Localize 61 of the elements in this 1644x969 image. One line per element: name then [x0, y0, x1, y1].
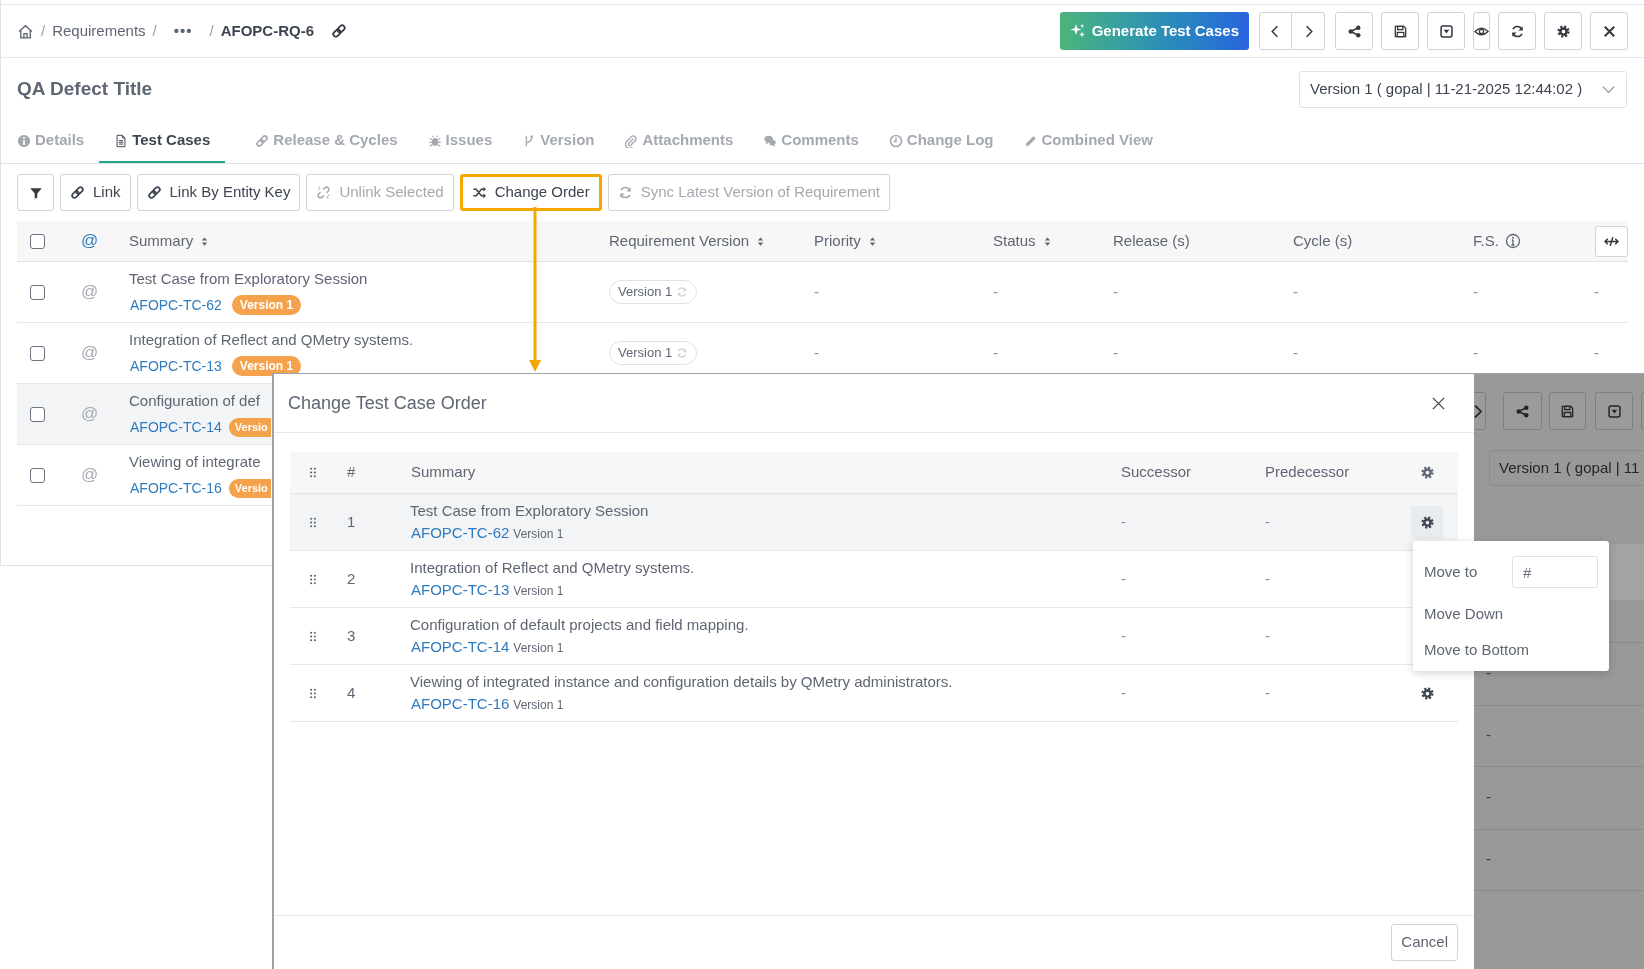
version-label: Version 1: [513, 526, 564, 543]
table-cell-text: -: [1486, 725, 1491, 745]
table-cell: -: [993, 282, 998, 300]
test-case-summary: Test Case from Exploratory Session: [129, 269, 368, 290]
table-cell: -: [1265, 512, 1270, 530]
row-number: 2: [347, 569, 356, 587]
version-badge: Versio: [228, 479, 271, 498]
table-cell: -: [1594, 343, 1599, 361]
column-header: Release (s): [1113, 230, 1190, 251]
test-case-summary: Integration of Reflect and QMetry systems.: [410, 557, 695, 578]
breadcrumb-separator: /: [209, 20, 214, 41]
row-number: 3: [347, 626, 356, 644]
column-header: Summary: [411, 463, 476, 481]
column-header: Predecessor: [1265, 463, 1350, 481]
column-header: F.S.: [1473, 230, 1499, 251]
row-number: 4: [347, 683, 356, 701]
test-case-summary: Configuration of def: [129, 391, 260, 412]
table-cell: -: [1113, 282, 1118, 300]
table-cell: -: [1265, 569, 1270, 587]
column-header: Successor: [1121, 463, 1192, 481]
table-cell: -: [1121, 569, 1126, 587]
table-cell: -: [1265, 626, 1270, 644]
table-cell: -: [1473, 343, 1478, 361]
version-badge: Versio: [228, 418, 271, 437]
page-title: QA Defect Title: [17, 76, 153, 101]
test-case-summary: Integration of Reflect and QMetry systems.: [129, 330, 414, 351]
mention-icon: @: [81, 404, 99, 424]
table-cell-text: -: [1486, 787, 1491, 807]
breadcrumb-separator: /: [152, 20, 157, 41]
column-header: @: [81, 230, 99, 253]
mention-icon: @: [81, 343, 99, 363]
table-cell: -: [1293, 282, 1298, 300]
test-case-summary: Viewing of integrate: [129, 452, 261, 473]
version-label: Version 1: [513, 640, 564, 657]
table-cell: -: [1113, 343, 1118, 361]
breadcrumb-separator: /: [41, 20, 46, 41]
table-cell: -: [1293, 343, 1298, 361]
version-label: Version 1: [513, 697, 564, 714]
column-header: #: [347, 463, 356, 481]
modal-title: Change Test Case Order: [288, 391, 487, 415]
mention-icon: @: [81, 282, 99, 302]
table-cell-text: -: [1486, 849, 1491, 869]
table-cell: -: [814, 343, 819, 361]
table-cell: -: [1121, 626, 1126, 644]
column-header: Cycle (s): [1293, 230, 1353, 251]
table-cell: -: [1594, 282, 1599, 300]
table-cell: -: [1121, 512, 1126, 530]
table-cell: -: [814, 282, 819, 300]
table-cell: -: [1265, 683, 1270, 701]
version-label: Version 1: [513, 583, 564, 600]
test-case-summary: Test Case from Exploratory Session: [410, 500, 649, 521]
test-case-summary: Viewing of integrated instance and configuration details by QMetry administrators.: [410, 671, 953, 692]
mention-icon: @: [81, 465, 99, 485]
table-cell-text: -: [1486, 663, 1491, 683]
version-badge: Version 1: [231, 295, 302, 316]
table-cell: -: [1473, 282, 1478, 300]
table-cell: -: [993, 343, 998, 361]
version-badge: Version 1: [231, 356, 302, 377]
row-number: 1: [347, 512, 356, 530]
test-case-summary: Configuration of default projects and field mapping.: [410, 614, 749, 635]
table-cell: -: [1121, 683, 1126, 701]
